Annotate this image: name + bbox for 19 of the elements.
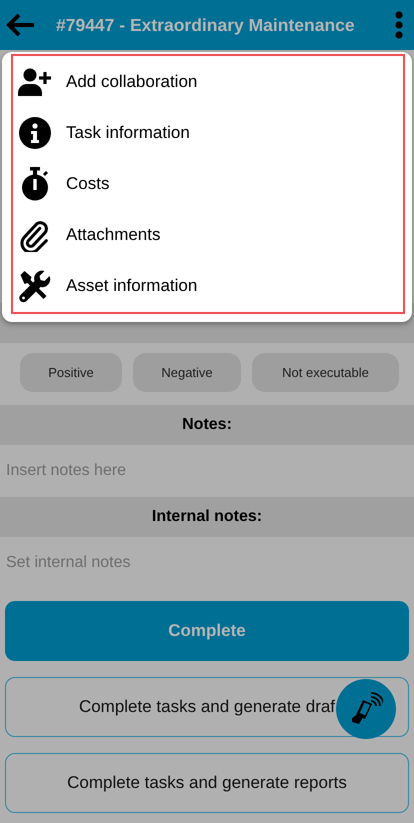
info-icon	[18, 116, 52, 149]
menu-item[interactable]: Costs	[13, 158, 403, 210]
back-arrow-icon	[6, 12, 36, 38]
menu-item[interactable]: Task information	[13, 107, 403, 158]
action-button[interactable]: Complete tasks and generate reports	[5, 753, 409, 813]
tools-icon	[18, 270, 52, 303]
section-title: Notes:	[182, 416, 232, 434]
menu-item[interactable]: Attachments	[13, 210, 403, 261]
section-title: Internal notes:	[152, 508, 262, 526]
screen-title: #79447 - Extraordinary Maintenance	[55, 14, 356, 36]
menu-item[interactable]: Asset information	[13, 260, 403, 312]
menu-item[interactable]: Add collaboration	[13, 56, 403, 108]
add-person-icon	[18, 68, 52, 96]
back-button[interactable]	[6, 12, 36, 38]
more-icon	[394, 11, 404, 39]
result-option[interactable]: Positive	[20, 353, 122, 392]
phone-signal-icon	[349, 692, 383, 726]
result-option[interactable]: Not executable	[252, 353, 399, 392]
result-option[interactable]: Negative	[133, 353, 241, 392]
